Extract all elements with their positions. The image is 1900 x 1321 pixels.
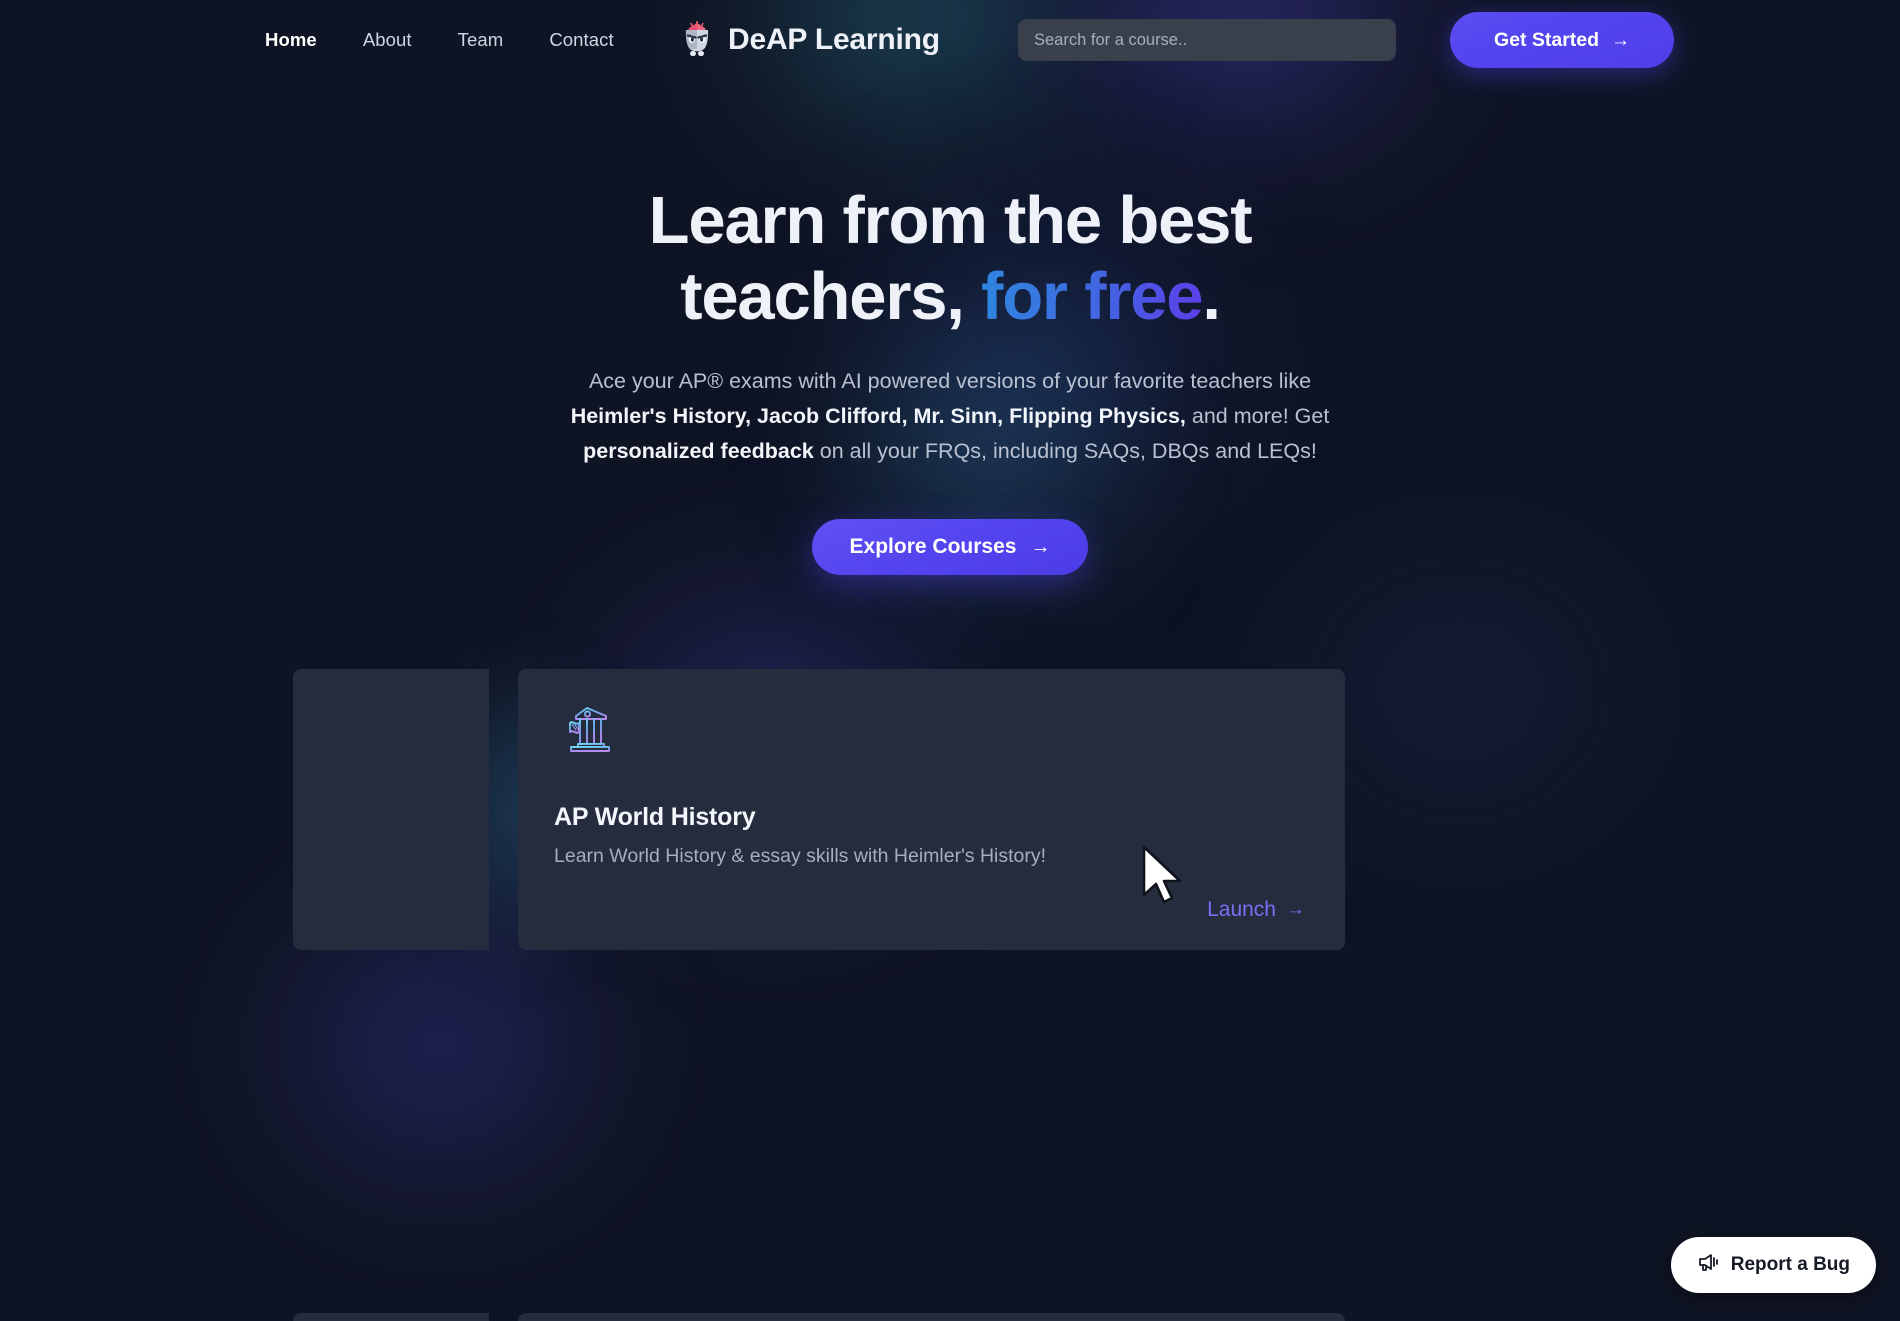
hero-subtitle: Ace your AP® exams with AI powered versi… [0,364,1900,468]
nav-item-team[interactable]: Team [458,29,504,51]
classical-temple-icon [554,703,614,761]
course-cards-carousel: ory! Launch → [0,669,1900,1321]
explore-courses-button[interactable]: Explore Courses → [811,518,1089,575]
brand-logo[interactable]: DeAP Learning [678,0,940,80]
launch-link[interactable]: Launch → [1207,898,1305,922]
report-a-bug-button[interactable]: Report a Bug [1670,1237,1876,1293]
launch-label: Launch [1207,898,1276,921]
hero-sub-teachers: Heimler's History, Jacob Clifford, Mr. S… [570,404,1186,429]
hero-title-line1: Learn from the best [648,183,1253,258]
hero-sub-line3-rest: on all your FRQs, including SAQs, DBQs a… [813,439,1317,464]
course-card-title: AP World History [554,803,756,831]
course-card-ap-european-history[interactable]: AP European History Learn European Histo… [518,1313,1345,1321]
hero-sub-feedback: personalized feedback [583,439,814,464]
nav-item-about[interactable]: About [363,29,412,51]
get-started-button[interactable]: Get Started → [1450,12,1674,68]
course-card-partial-left[interactable]: ory! Launch → [293,669,489,950]
hero-title-highlight: for free [981,258,1203,334]
course-card-desc: Learn World History & essay skills with … [554,845,1047,867]
megaphone-icon [1697,1252,1720,1278]
get-started-label: Get Started [1493,28,1600,51]
hero-sub-line2-rest: and more! Get [1185,404,1330,429]
course-row-2: History! Launch → [0,1001,1900,1321]
page-root: Home About Team Contact DeAP Learning Se… [0,0,1900,1321]
hero-sub-line1: Ace your AP® exams with AI powered versi… [588,369,1312,394]
nav-item-home[interactable]: Home [265,29,317,51]
hero-title-period: . [1202,258,1221,334]
arrow-right-icon: → [1286,899,1305,920]
search-input[interactable] [1018,19,1396,61]
hero-section: Learn from the best teachers, for free. … [0,0,1900,575]
explore-courses-container: Explore Courses → [0,518,1900,575]
course-card-partial-left-2[interactable]: History! Launch → [293,1313,489,1321]
brand-name: DeAP Learning [728,23,940,56]
nav-item-contact[interactable]: Contact [549,29,613,51]
explore-courses-label: Explore Courses [849,534,1017,558]
arrow-right-icon: → [1030,535,1051,558]
arrow-right-icon: → [1611,29,1631,51]
report-a-bug-label: Report a Bug [1730,1254,1850,1275]
search-container [1018,19,1396,61]
primary-nav: Home About Team Contact [265,0,614,80]
course-row-1: ory! Launch → [0,669,1900,1001]
hero-title-line2-plain: teachers, [680,258,982,334]
page-title: Learn from the best teachers, for free. [0,183,1900,334]
site-header: Home About Team Contact DeAP Learning Se… [0,0,1900,80]
course-card-ap-world-history[interactable]: AP World History Learn World History & e… [518,669,1345,950]
mascot-logo-icon [678,18,716,63]
